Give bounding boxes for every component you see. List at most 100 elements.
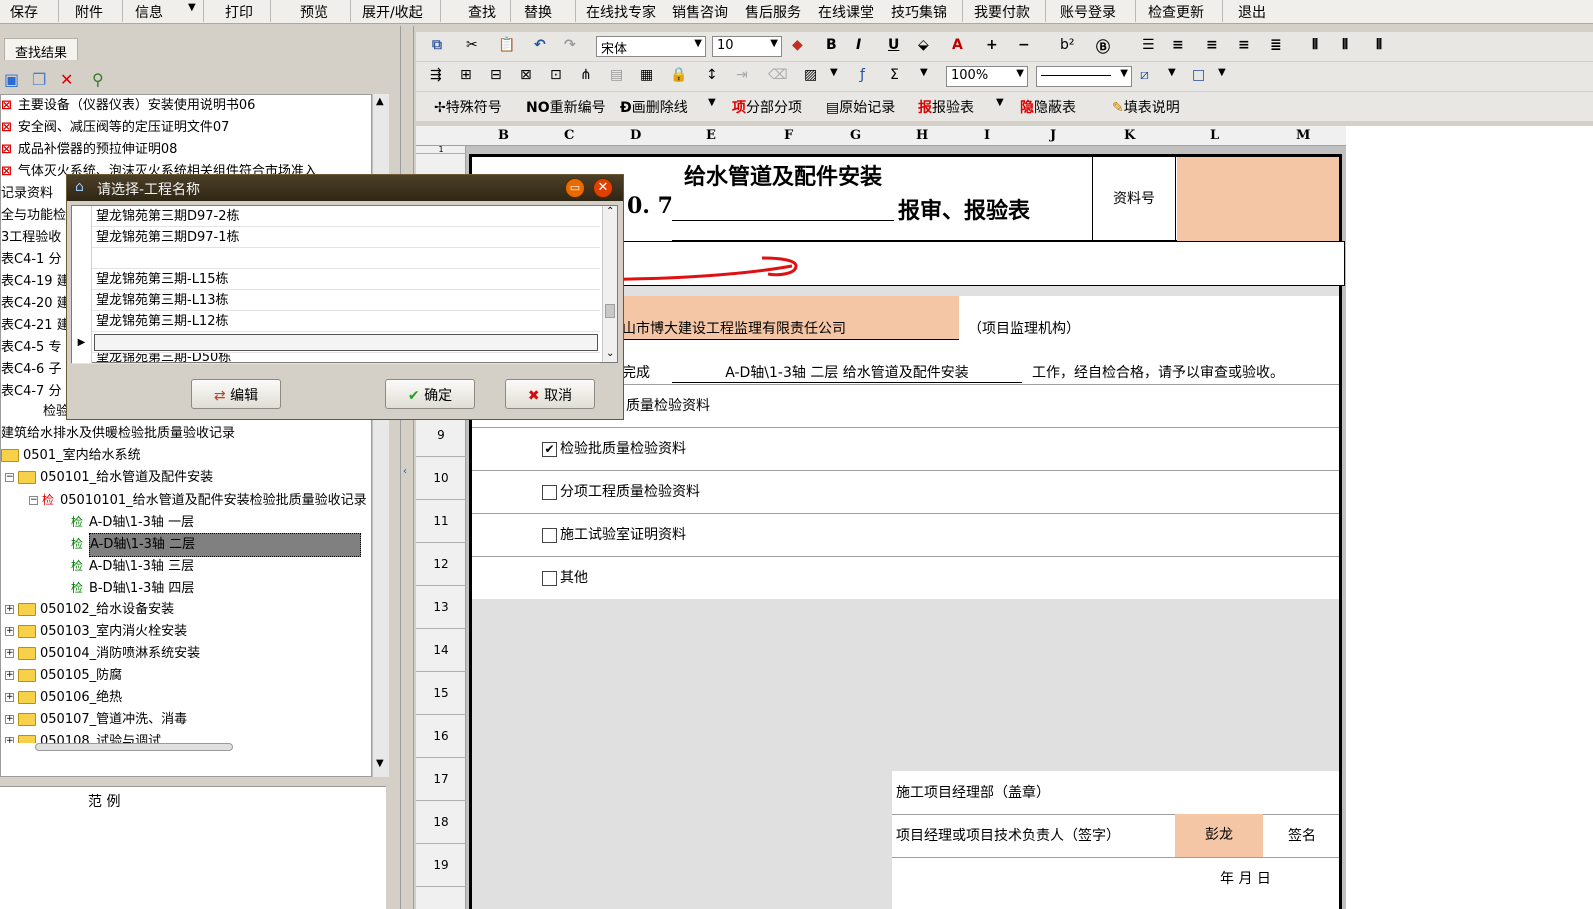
copy-format-icon[interactable]: ⧉ bbox=[432, 37, 442, 53]
collapse-arrow-icon[interactable]: ‹ bbox=[403, 466, 407, 477]
undo-icon[interactable]: ↶ bbox=[534, 37, 546, 53]
filter-icon[interactable]: ⚲ bbox=[92, 70, 104, 89]
barcode3-icon[interactable]: ⦀ bbox=[1376, 37, 1382, 53]
menu-online-expert[interactable]: 在线找专家 bbox=[586, 2, 656, 22]
align-justify-icon[interactable]: ≡ bbox=[1172, 37, 1184, 53]
bold-icon[interactable]: B bbox=[826, 37, 837, 53]
new-doc-icon[interactable]: ▣ bbox=[4, 70, 19, 89]
tree-item[interactable]: 建筑给水排水及供暖检验批质量验收记录 bbox=[1, 423, 235, 445]
tree-item[interactable]: 表C4-19 建 bbox=[1, 271, 70, 293]
menu-attachment[interactable]: 附件 bbox=[75, 2, 103, 22]
tree-item[interactable]: − 检 05010101_给水管道及配件安装检验批质量验收记录 bbox=[29, 489, 367, 511]
tree-item[interactable]: 3工程验收 bbox=[1, 227, 61, 249]
menu-tips[interactable]: 技巧集锦 bbox=[891, 2, 947, 22]
decrease-icon[interactable]: − bbox=[1018, 37, 1030, 53]
box-icon[interactable]: □ bbox=[1192, 67, 1205, 83]
tree-item[interactable]: 全与功能检 bbox=[1, 205, 66, 227]
menu-preview[interactable]: 预览 bbox=[300, 2, 328, 22]
tree-item[interactable]: +050105_防腐 bbox=[5, 665, 122, 687]
font-select[interactable]: 宋体 ▼ bbox=[596, 36, 706, 57]
image-dropdown-icon[interactable]: ▼ bbox=[830, 67, 838, 78]
tree-item[interactable]: +050103_室内消火栓安装 bbox=[5, 621, 187, 643]
tree-item[interactable]: 检 A-D轴\1-3轴 一层 bbox=[71, 511, 194, 533]
align-left-icon[interactable]: ☰ bbox=[1142, 37, 1155, 53]
tree-icon[interactable]: ⋔ bbox=[580, 67, 592, 83]
ok-button[interactable]: ✔ 确定 bbox=[385, 379, 475, 409]
expand-icon[interactable]: + bbox=[5, 627, 14, 636]
tree-item[interactable]: +050104_消防喷淋系统安装 bbox=[5, 643, 200, 665]
cancel-button[interactable]: ✖ 取消 bbox=[505, 379, 595, 409]
inspection-dropdown-icon[interactable]: ▼ bbox=[996, 97, 1004, 108]
check-subitem[interactable]: 分项工程质量检验资料 bbox=[542, 481, 700, 501]
scroll-thumb[interactable] bbox=[605, 304, 615, 318]
font-color-icon[interactable]: A bbox=[952, 37, 963, 53]
subdivision-button[interactable]: 项分部分项 bbox=[732, 97, 802, 117]
tree-item-selected[interactable]: 检 A-D轴\1-3轴 二层 bbox=[71, 533, 365, 557]
border-icon[interactable]: ⧄ bbox=[1140, 67, 1149, 83]
menu-after-sales[interactable]: 售后服务 bbox=[745, 2, 801, 22]
tree-item[interactable]: ⊠ 成品补偿器的预拉伸证明08 bbox=[1, 139, 177, 161]
tree-item[interactable]: 检 B-D轴\1-3轴 四层 bbox=[71, 577, 194, 599]
tree-item[interactable]: +050102_给水设备安装 bbox=[5, 599, 174, 621]
clear-icon[interactable]: ⌫ bbox=[768, 67, 788, 83]
tree-item[interactable]: 记录资料 bbox=[1, 183, 53, 205]
tree-item[interactable]: 表C4-1 分 bbox=[1, 249, 61, 271]
check-other[interactable]: 其他 bbox=[542, 567, 588, 587]
pane-splitter[interactable]: ‹ bbox=[400, 26, 414, 909]
split-icon[interactable]: ⊞ bbox=[460, 67, 472, 83]
close-button[interactable]: ✕ bbox=[593, 178, 613, 198]
expand-icon[interactable]: + bbox=[5, 693, 14, 702]
paste-icon[interactable]: 📋 bbox=[498, 37, 515, 53]
list-item-current[interactable]: ▶ bbox=[72, 332, 600, 353]
increase-icon[interactable]: + bbox=[986, 37, 998, 53]
insert-col-icon[interactable]: ⊠ bbox=[520, 67, 532, 83]
scroll-up-icon[interactable]: ▲ bbox=[376, 96, 384, 107]
expand-icon[interactable]: + bbox=[5, 605, 14, 614]
collapse-icon[interactable]: − bbox=[29, 496, 38, 505]
tab-search-results[interactable]: 查找结果 bbox=[4, 38, 78, 61]
list-item[interactable] bbox=[72, 248, 600, 269]
scroll-down-icon[interactable]: ▼ bbox=[376, 758, 384, 769]
check-lab-proof[interactable]: 施工试验室证明资料 bbox=[542, 524, 686, 544]
redo-icon[interactable]: ↷ bbox=[564, 37, 576, 53]
list-item[interactable]: 望龙锦苑第三期D97-2栋 bbox=[72, 206, 600, 227]
special-symbol-button[interactable]: ✢特殊符号 bbox=[434, 97, 502, 117]
fill-color-icon[interactable]: ⬙ bbox=[918, 37, 929, 53]
list-item[interactable]: 望龙锦苑第三期-L15栋 bbox=[72, 269, 600, 290]
menu-online-class[interactable]: 在线课堂 bbox=[818, 2, 874, 22]
tree-item[interactable]: 0501_室内给水系统 bbox=[1, 445, 141, 467]
barcode2-icon[interactable]: ⦀ bbox=[1342, 37, 1348, 53]
tree-item[interactable]: ⊠ 主要设备（仪器仪表）安装使用说明书06 bbox=[1, 95, 255, 117]
menu-print[interactable]: 打印 bbox=[225, 2, 253, 22]
merge-icon[interactable]: ⇶ bbox=[430, 67, 442, 83]
align-right-icon[interactable]: ≡ bbox=[1238, 37, 1250, 53]
underline-icon[interactable]: U bbox=[888, 37, 899, 53]
menu-exit[interactable]: 退出 bbox=[1238, 2, 1266, 22]
cut-icon[interactable]: ✂ bbox=[466, 37, 478, 53]
expand-icon[interactable]: + bbox=[5, 715, 14, 724]
done-item-field[interactable]: A-D轴\1-3轴 二层 给水管道及配件安装 bbox=[672, 362, 1022, 383]
menu-save[interactable]: 保存 bbox=[10, 2, 38, 22]
symbol-icon[interactable]: Ⓑ bbox=[1096, 37, 1110, 57]
list-vertical-scrollbar[interactable]: ⌃ ⌄ bbox=[602, 206, 617, 362]
distribute-icon[interactable]: ≣ bbox=[1270, 37, 1282, 53]
grid-icon[interactable]: ⊡ bbox=[550, 67, 562, 83]
scroll-up-icon[interactable]: ⌃ bbox=[606, 206, 614, 217]
tree-item[interactable]: 表C4-6 子 bbox=[1, 359, 61, 381]
list-item[interactable]: 望龙锦苑第三期-D50栋 bbox=[72, 353, 600, 364]
title-item[interactable]: 给水管道及配件安装 bbox=[672, 165, 894, 221]
insert-row-icon[interactable]: ⊟ bbox=[490, 67, 502, 83]
info-dropdown-icon[interactable]: ▼ bbox=[188, 2, 196, 13]
expand-icon[interactable]: + bbox=[5, 737, 14, 743]
menu-replace[interactable]: 替换 bbox=[524, 2, 552, 22]
delete-icon[interactable]: ✕ bbox=[60, 70, 73, 89]
tree-item[interactable]: 表C4-20 建 bbox=[1, 293, 70, 315]
list-item[interactable]: 望龙锦苑第三期-L13栋 bbox=[72, 290, 600, 311]
image-icon[interactable]: ▨ bbox=[804, 67, 817, 83]
menu-info[interactable]: 信息 bbox=[135, 2, 163, 22]
tree-item[interactable]: 表C4-5 专 bbox=[1, 337, 61, 359]
supervisor-field[interactable]: 山市博大建设工程监理有限责任公司 bbox=[622, 296, 959, 340]
list-item[interactable]: 望龙锦苑第三期D97-1栋 bbox=[72, 227, 600, 248]
check-inspection-batch[interactable]: ✔ 检验批质量检验资料 bbox=[542, 438, 686, 458]
line-spacing-icon[interactable]: ↕ bbox=[706, 67, 718, 83]
